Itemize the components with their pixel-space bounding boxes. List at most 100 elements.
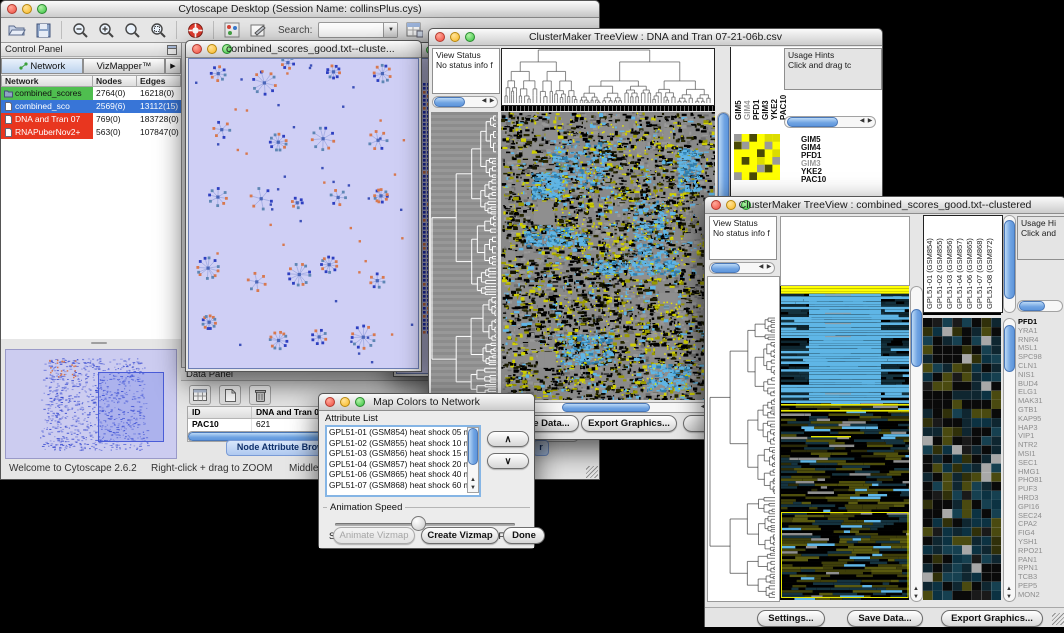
tv2-titlebar[interactable]: ClusterMaker TreeView : combined_scores_… — [705, 197, 1064, 214]
attribute-list-item[interactable]: GPL51-04 (GSM857) heat shock 20 min — [327, 459, 469, 470]
tv2-button[interactable]: Settings... — [757, 610, 825, 627]
done-button[interactable]: Done — [503, 527, 545, 544]
scrollbar-thumb[interactable] — [711, 263, 740, 273]
minimize-button[interactable] — [207, 44, 217, 54]
select-attributes-icon[interactable] — [189, 385, 211, 405]
overview-viewport-rect[interactable] — [98, 372, 164, 442]
tv1-gene-label[interactable]: PAC10 — [801, 176, 826, 184]
network-overview[interactable] — [5, 349, 177, 459]
help-lifering-icon[interactable] — [185, 20, 205, 40]
col-network[interactable]: Network — [1, 75, 93, 87]
scrollbar-thumb[interactable] — [718, 113, 729, 207]
scroll-right-arrow[interactable]: ▶ — [488, 97, 496, 105]
scrollbar-thumb[interactable] — [434, 97, 465, 107]
tv2-column-label[interactable]: GPL51-01 (GSM854) — [926, 217, 934, 309]
network-table-row[interactable]: DNA and Tran 07769(0)183728(0) — [1, 113, 181, 126]
animate-vizmap-button[interactable]: Animate Vizmap — [333, 527, 415, 544]
search-dropdown-arrow[interactable]: ▼ — [383, 23, 397, 37]
network-table-row[interactable]: combined_sco2569(6)13112(15) — [1, 100, 181, 113]
attribute-list-item[interactable]: GPL51-06 (GSM865) heat shock 40 min — [327, 469, 469, 480]
window-resize-grip[interactable] — [1052, 613, 1064, 625]
tv1-usage-scrollbar[interactable]: ◀▶ — [784, 116, 876, 128]
tv2-column-label[interactable]: GPL51-06 (GSM865) — [966, 217, 974, 309]
tv2-label-vscrollbar[interactable] — [1003, 215, 1016, 313]
tv1-status-scrollbar[interactable]: ◀▶ — [432, 96, 498, 108]
open-folder-icon[interactable] — [7, 20, 27, 40]
zoom-in-icon[interactable] — [96, 20, 116, 40]
tv2-status-scrollbar[interactable]: ◀▶ — [709, 262, 775, 274]
tv2-zoom-heatmap[interactable] — [923, 318, 1001, 600]
scrollbar-thumb[interactable] — [787, 117, 839, 127]
tv1-titlebar[interactable]: ClusterMaker TreeView : DNA and Tran 07-… — [429, 29, 882, 46]
scrollbar-thumb[interactable] — [1004, 325, 1015, 372]
search-input[interactable]: ▼ — [318, 22, 398, 38]
scroll-right-arrow[interactable]: ▶ — [866, 117, 874, 125]
scrollbar-thumb[interactable] — [911, 309, 922, 368]
tv2-gene-label[interactable]: MON2 — [1018, 591, 1063, 600]
tv2-column-label[interactable]: GPL51-02 (GSM855) — [936, 217, 944, 309]
tv2-zoom-vscrollbar[interactable]: ▲▼ — [1003, 318, 1016, 602]
scroll-down-arrow[interactable]: ▼ — [469, 484, 477, 492]
annotation-icon[interactable] — [248, 20, 268, 40]
vizmapper-icon[interactable] — [222, 20, 242, 40]
scrollbar-thumb[interactable] — [1019, 301, 1045, 311]
tv1-column-label[interactable]: PFD1 — [753, 50, 761, 120]
network-canvas-area[interactable] — [188, 58, 419, 369]
panel-divider-handle[interactable] — [1, 339, 181, 347]
tab-vizmapper[interactable]: VizMapper™ — [83, 58, 165, 74]
tv2-global-heatmap[interactable] — [780, 286, 909, 600]
scroll-left-arrow[interactable]: ◀ — [858, 117, 866, 125]
attribute-list-item[interactable]: GPL51-02 (GSM855) heat shock 10 min — [327, 438, 469, 449]
scroll-left-arrow[interactable]: ◀ — [757, 263, 765, 271]
move-up-button[interactable]: ∧ — [487, 431, 529, 447]
edge-attribute-browser-tab-fragment[interactable]: r — [533, 440, 549, 456]
scroll-left-arrow[interactable]: ◀ — [480, 97, 488, 105]
delete-attribute-trash-icon[interactable] — [249, 385, 271, 405]
attribute-list[interactable]: GPL51-01 (GSM854) heat shock 05 minGPL51… — [325, 425, 481, 497]
close-button[interactable] — [192, 44, 202, 54]
tv2-button[interactable]: Save Data... — [847, 610, 923, 627]
attribute-list-item[interactable]: GPL51-07 (GSM868) heat shock 60 min — [327, 480, 469, 491]
tv2-usage-scrollbar[interactable] — [1017, 300, 1063, 312]
tv2-button[interactable]: Export Graphics... — [941, 610, 1043, 627]
col-id[interactable]: ID — [188, 407, 252, 418]
attribute-list-item[interactable]: GPL51-03 (GSM856) heat shock 15 min — [327, 448, 469, 459]
tv1-column-dendrogram[interactable] — [501, 48, 715, 106]
col-edges[interactable]: Edges — [137, 75, 181, 87]
scroll-up-arrow[interactable]: ▲ — [1005, 585, 1013, 593]
tv1-heatmap[interactable] — [501, 112, 715, 400]
window-resize-grip[interactable] — [586, 466, 598, 478]
dialog-titlebar[interactable]: Map Colors to Network — [319, 394, 534, 411]
tv1-column-label[interactable]: GIM5 — [735, 50, 743, 120]
tab-network[interactable]: Network — [1, 58, 83, 74]
net1-titlebar[interactable]: combined_scores_good.txt--cluste... — [186, 41, 421, 58]
tv1-column-label[interactable]: GIM4 — [744, 50, 752, 120]
tv2-column-label[interactable]: GPL51-07 (GSM868) — [976, 217, 984, 309]
tv1-column-label[interactable]: YKE2 — [771, 50, 779, 120]
scroll-up-arrow[interactable]: ▲ — [469, 476, 477, 484]
zoom-fit-icon[interactable] — [122, 20, 142, 40]
tv2-column-label[interactable]: GPL51-03 (GSM856) — [946, 217, 954, 309]
tv2-column-label[interactable]: GPL51-08 (GSM872) — [986, 217, 994, 309]
create-vizmap-button[interactable]: Create Vizmap — [421, 527, 499, 544]
tv2-global-vscrollbar[interactable]: ▲▼ — [910, 286, 923, 602]
float-panel-icon[interactable] — [167, 45, 177, 55]
main-titlebar[interactable]: Cytoscape Desktop (Session Name: collins… — [1, 1, 599, 18]
new-attribute-icon[interactable] — [219, 385, 241, 405]
network-canvas[interactable] — [189, 59, 418, 367]
scroll-right-arrow[interactable]: ▶ — [765, 263, 773, 271]
col-nodes[interactable]: Nodes — [93, 75, 137, 87]
tv2-column-label[interactable]: GPL51-04 (GSM857) — [956, 217, 964, 309]
zoom-out-icon[interactable] — [70, 20, 90, 40]
scroll-down-arrow[interactable]: ▼ — [912, 593, 920, 601]
attribute-list-item[interactable]: GPL51-01 (GSM854) heat shock 05 min — [327, 427, 469, 438]
save-icon[interactable] — [33, 20, 53, 40]
tv2-row-dendrogram[interactable] — [708, 315, 777, 601]
tv1-row-dendrogram[interactable] — [431, 112, 498, 400]
tv1-column-label[interactable]: GIM3 — [762, 50, 770, 120]
tv1-zoom-heatmap[interactable] — [734, 134, 780, 180]
network-table-row[interactable]: RNAPuberNov2+563(0)107847(0) — [1, 126, 181, 139]
attribute-list-scrollbar[interactable]: ▲▼ — [467, 427, 479, 493]
scrollbar-thumb[interactable] — [1004, 220, 1015, 299]
scroll-up-arrow[interactable]: ▲ — [912, 585, 920, 593]
